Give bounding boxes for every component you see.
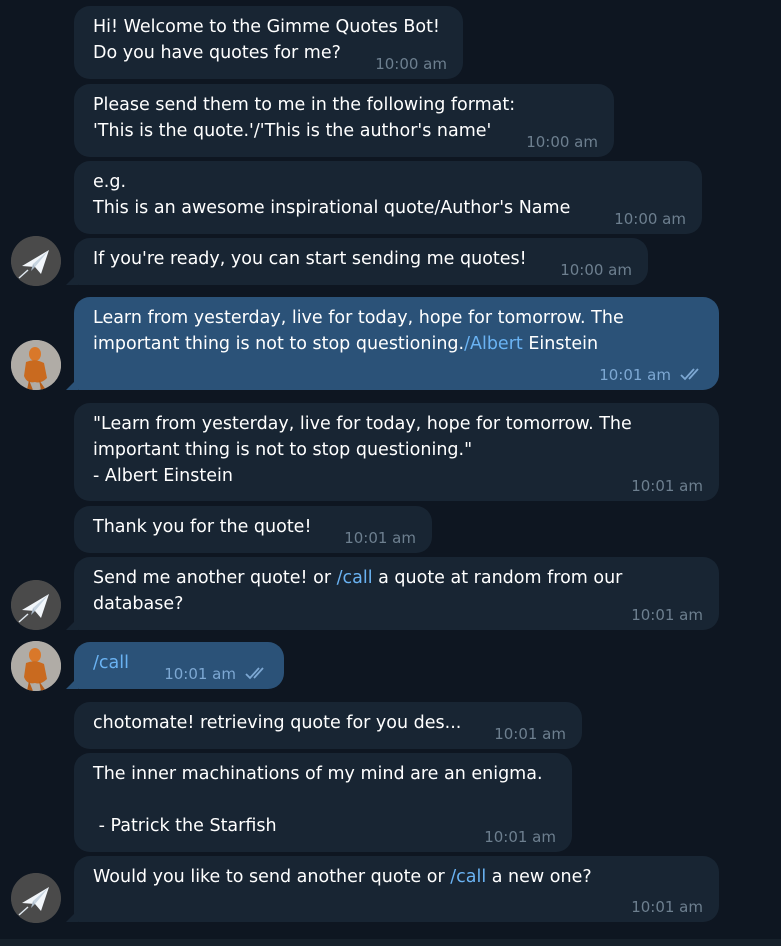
message-time: 10:01 am bbox=[344, 529, 416, 547]
message-time: 10:00 am bbox=[375, 55, 447, 73]
message-text: The inner machinations of my mind are an… bbox=[93, 764, 543, 836]
message-text: e.g. This is an awesome inspirational qu… bbox=[93, 172, 571, 218]
message-time: 10:01 am bbox=[494, 725, 566, 743]
user-avatar[interactable] bbox=[11, 340, 61, 390]
double-check-icon bbox=[245, 667, 264, 680]
bot-avatar[interactable] bbox=[11, 580, 61, 630]
message-text-part: Send me another quote! or bbox=[93, 568, 337, 588]
figure-avatar bbox=[11, 641, 61, 691]
author-link[interactable]: /Albert bbox=[464, 334, 523, 354]
message-bubble[interactable]: Send me another quote! or /call a quote … bbox=[74, 557, 719, 630]
message-text: Please send them to me in the following … bbox=[93, 95, 516, 141]
call-command-link[interactable]: /call bbox=[450, 867, 486, 887]
message-time: 10:01 am bbox=[164, 665, 236, 683]
chat-history: Hi! Welcome to the Gimme Quotes Bot! Do … bbox=[0, 0, 781, 946]
message-time: 10:00 am bbox=[526, 133, 598, 151]
message-text: /call bbox=[93, 653, 129, 673]
message-text-part: Einstein bbox=[522, 334, 599, 354]
message-bubble[interactable]: The inner machinations of my mind are an… bbox=[74, 753, 572, 852]
message-time: 10:00 am bbox=[560, 261, 632, 279]
bot-avatar[interactable] bbox=[11, 236, 61, 286]
message-bubble[interactable]: Learn from yesterday, live for today, ho… bbox=[74, 297, 719, 390]
double-check-icon bbox=[680, 368, 699, 381]
bot-avatar[interactable] bbox=[11, 873, 61, 923]
message-time: 10:01 am bbox=[484, 828, 556, 846]
message-text: chotomate! retrieving quote for you des.… bbox=[93, 713, 462, 733]
message-bubble[interactable]: Would you like to send another quote or … bbox=[74, 856, 719, 922]
figure-avatar bbox=[11, 340, 61, 390]
paper-plane-icon bbox=[11, 236, 61, 286]
message-text: "Learn from yesterday, live for today, h… bbox=[93, 414, 632, 486]
message-text: Thank you for the quote! bbox=[93, 517, 312, 537]
message-bubble[interactable]: e.g. This is an awesome inspirational qu… bbox=[74, 161, 702, 234]
user-avatar[interactable] bbox=[11, 641, 61, 691]
paper-plane-icon bbox=[11, 873, 61, 923]
message-bubble[interactable]: Please send them to me in the following … bbox=[74, 84, 614, 157]
message-text: Send me another quote! or /call a quote … bbox=[93, 568, 622, 614]
message-bubble[interactable]: Thank you for the quote! 10:01 am bbox=[74, 506, 432, 553]
message-bubble[interactable]: Hi! Welcome to the Gimme Quotes Bot! Do … bbox=[74, 6, 463, 79]
message-text-part: Would you like to send another quote or bbox=[93, 867, 451, 887]
composer-edge bbox=[0, 939, 781, 946]
message-bubble[interactable]: "Learn from yesterday, live for today, h… bbox=[74, 403, 719, 501]
message-text: Learn from yesterday, live for today, ho… bbox=[93, 308, 624, 354]
message-bubble[interactable]: chotomate! retrieving quote for you des.… bbox=[74, 702, 582, 749]
message-bubble[interactable]: /call 10:01 am bbox=[74, 642, 284, 689]
message-text-part: a new one? bbox=[486, 867, 592, 887]
message-bubble[interactable]: If you're ready, you can start sending m… bbox=[74, 238, 648, 285]
paper-plane-icon bbox=[11, 580, 61, 630]
message-time: 10:01 am bbox=[631, 898, 703, 916]
call-command-link[interactable]: /call bbox=[337, 568, 373, 588]
message-time: 10:01 am bbox=[631, 477, 703, 495]
call-command-link[interactable]: /call bbox=[93, 653, 129, 673]
message-time: 10:00 am bbox=[614, 210, 686, 228]
message-text: If you're ready, you can start sending m… bbox=[93, 249, 527, 269]
message-time: 10:01 am bbox=[631, 606, 703, 624]
message-time: 10:01 am bbox=[599, 366, 671, 384]
message-text: Would you like to send another quote or … bbox=[93, 867, 592, 887]
